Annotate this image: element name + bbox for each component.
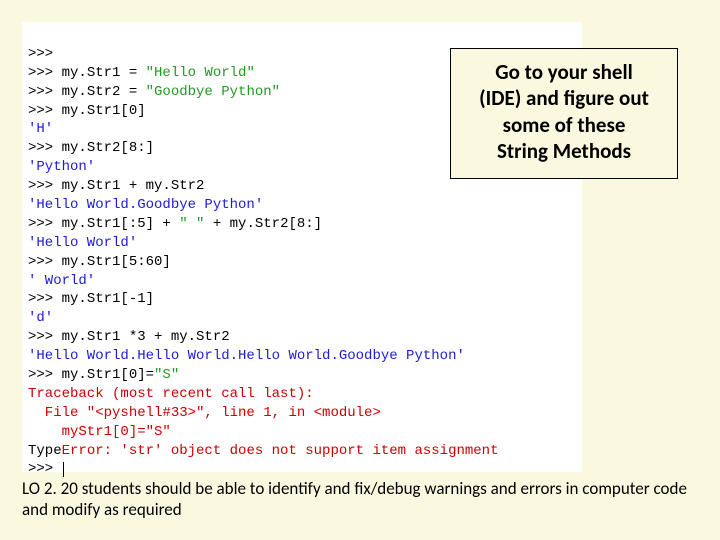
code-text: my.Str1[0]= [62, 367, 154, 383]
prompt: >>> [28, 367, 62, 383]
output: 'Hello World.Goodbye Python' [28, 197, 263, 213]
string-literal: "Hello World" [146, 65, 255, 81]
prompt: >>> [28, 178, 62, 194]
instruction-callout: Go to your shell (IDE) and figure out so… [450, 48, 678, 179]
code-text: my.Str1[:5] + [62, 216, 180, 232]
prompt: >>> [28, 140, 62, 156]
code-text: my.Str1 + my.Str2 [62, 178, 205, 194]
output: 'Hello World.Hello World.Hello World.Goo… [28, 348, 465, 364]
error-line: Traceback (most recent call last): [28, 386, 314, 402]
prompt: >>> [28, 461, 62, 477]
output: 'Hello World' [28, 235, 137, 251]
code-text: my.Str2 = [62, 84, 146, 100]
prompt: >>> [28, 46, 62, 62]
error-line: File "<pyshell#33>", line 1, in <module> [28, 405, 381, 421]
callout-line: some of these [459, 112, 669, 138]
prompt: >>> [28, 291, 62, 307]
learning-objective-footer: LO 2. 20 students should be able to iden… [22, 479, 698, 520]
output: 'Python' [28, 159, 95, 175]
code-text: my.Str1 *3 + my.Str2 [62, 329, 230, 345]
code-text: my.Str1[-1] [62, 291, 154, 307]
string-literal: "Goodbye Python" [146, 84, 280, 100]
error-line: Error: 'str' object does not support ite… [62, 443, 499, 459]
error-line: myStr1[0]="S" [28, 424, 171, 440]
callout-line: (IDE) and figure out [459, 85, 669, 111]
callout-line: String Methods [459, 138, 669, 164]
code-text: my.Str1[0] [62, 103, 146, 119]
callout-line: Go to your shell [459, 59, 669, 85]
code-text: my.Str2[8:] [62, 140, 154, 156]
cursor-icon [63, 462, 64, 477]
prompt: >>> [28, 84, 62, 100]
prompt: >>> [28, 329, 62, 345]
footer-text: LO 2. 20 students should be able to iden… [22, 478, 687, 519]
code-text: my.Str1 = [62, 65, 146, 81]
output: 'd' [28, 310, 53, 326]
code-text: my.Str1[5:60] [62, 254, 171, 270]
error-line: Type [28, 443, 62, 459]
output: 'H' [28, 121, 53, 137]
code-text: + my.Str2[8:] [204, 216, 322, 232]
output: ' World' [28, 273, 95, 289]
string-literal: "S" [154, 367, 179, 383]
prompt: >>> [28, 254, 62, 270]
string-literal: " " [179, 216, 204, 232]
prompt: >>> [28, 216, 62, 232]
prompt: >>> [28, 103, 62, 119]
prompt: >>> [28, 65, 62, 81]
